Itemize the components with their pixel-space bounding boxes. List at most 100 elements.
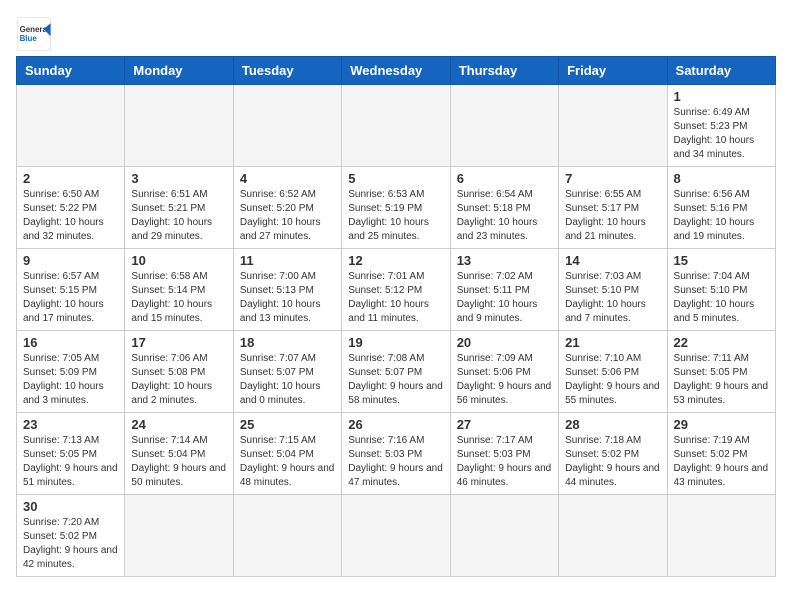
calendar-cell: 28 Sunrise: 7:18 AM Sunset: 5:02 PM Dayli… — [559, 413, 667, 495]
day-info: Sunrise: 7:01 AM Sunset: 5:12 PM Dayligh… — [348, 270, 443, 326]
day-number: 5 — [348, 171, 443, 186]
calendar-cell: 1 Sunrise: 6:49 AM Sunset: 5:23 PM Daylig… — [667, 85, 775, 167]
calendar-cell: 8 Sunrise: 6:56 AM Sunset: 5:16 PM Daylig… — [667, 167, 775, 249]
day-info: Sunrise: 7:18 AM Sunset: 5:02 PM Dayligh… — [565, 434, 660, 490]
week-row-6: 30 Sunrise: 7:20 AM Sunset: 5:02 PM Dayli… — [17, 495, 776, 577]
day-number: 16 — [23, 335, 118, 350]
day-info: Sunrise: 7:08 AM Sunset: 5:07 PM Dayligh… — [348, 352, 443, 408]
day-number: 17 — [131, 335, 226, 350]
day-number: 10 — [131, 253, 226, 268]
day-info: Sunrise: 6:52 AM Sunset: 5:20 PM Dayligh… — [240, 188, 335, 244]
weekday-header-tuesday: Tuesday — [233, 57, 341, 85]
calendar-cell — [125, 495, 233, 577]
day-info: Sunrise: 7:10 AM Sunset: 5:06 PM Dayligh… — [565, 352, 660, 408]
calendar-cell: 19 Sunrise: 7:08 AM Sunset: 5:07 PM Dayli… — [342, 331, 450, 413]
calendar-cell: 2Sunrise: 6:50 AM Sunset: 5:22 PM Daylig… — [17, 167, 125, 249]
week-row-4: 16 Sunrise: 7:05 AM Sunset: 5:09 PM Dayli… — [17, 331, 776, 413]
week-row-3: 9 Sunrise: 6:57 AM Sunset: 5:15 PM Daylig… — [17, 249, 776, 331]
day-number: 2 — [23, 171, 118, 186]
calendar-cell: 17 Sunrise: 7:06 AM Sunset: 5:08 PM Dayli… — [125, 331, 233, 413]
day-number: 9 — [23, 253, 118, 268]
calendar-cell: 4Sunrise: 6:52 AM Sunset: 5:20 PM Daylig… — [233, 167, 341, 249]
calendar-cell: 24Sunrise: 7:14 AM Sunset: 5:04 PM Dayli… — [125, 413, 233, 495]
calendar-cell: 10 Sunrise: 6:58 AM Sunset: 5:14 PM Dayli… — [125, 249, 233, 331]
day-number: 22 — [674, 335, 769, 350]
day-number: 11 — [240, 253, 335, 268]
calendar-cell: 26 Sunrise: 7:16 AM Sunset: 5:03 PM Dayli… — [342, 413, 450, 495]
day-info: Sunrise: 7:11 AM Sunset: 5:05 PM Dayligh… — [674, 352, 769, 408]
calendar-cell: 11Sunrise: 7:00 AM Sunset: 5:13 PM Dayli… — [233, 249, 341, 331]
day-info: Sunrise: 7:04 AM Sunset: 5:10 PM Dayligh… — [674, 270, 769, 326]
calendar-cell: 20Sunrise: 7:09 AM Sunset: 5:06 PM Dayli… — [450, 331, 558, 413]
day-info: Sunrise: 7:19 AM Sunset: 5:02 PM Dayligh… — [674, 434, 769, 490]
calendar-cell — [17, 85, 125, 167]
week-row-5: 23 Sunrise: 7:13 AM Sunset: 5:05 PM Dayli… — [17, 413, 776, 495]
day-number: 15 — [674, 253, 769, 268]
weekday-header-saturday: Saturday — [667, 57, 775, 85]
day-number: 13 — [457, 253, 552, 268]
day-number: 30 — [23, 499, 118, 514]
day-number: 29 — [674, 417, 769, 432]
day-info: Sunrise: 7:07 AM Sunset: 5:07 PM Dayligh… — [240, 352, 335, 408]
day-info: Sunrise: 7:09 AM Sunset: 5:06 PM Dayligh… — [457, 352, 552, 408]
week-row-2: 2Sunrise: 6:50 AM Sunset: 5:22 PM Daylig… — [17, 167, 776, 249]
day-info: Sunrise: 7:02 AM Sunset: 5:11 PM Dayligh… — [457, 270, 552, 326]
day-info: Sunrise: 7:17 AM Sunset: 5:03 PM Dayligh… — [457, 434, 552, 490]
day-info: Sunrise: 7:16 AM Sunset: 5:03 PM Dayligh… — [348, 434, 443, 490]
day-number: 3 — [131, 171, 226, 186]
calendar-cell — [450, 495, 558, 577]
calendar: SundayMondayTuesdayWednesdayThursdayFrid… — [16, 56, 776, 577]
day-number: 25 — [240, 417, 335, 432]
calendar-cell: 12Sunrise: 7:01 AM Sunset: 5:12 PM Dayli… — [342, 249, 450, 331]
day-number: 28 — [565, 417, 660, 432]
day-number: 7 — [565, 171, 660, 186]
day-number: 24 — [131, 417, 226, 432]
weekday-header-wednesday: Wednesday — [342, 57, 450, 85]
day-number: 8 — [674, 171, 769, 186]
calendar-cell: 6 Sunrise: 6:54 AM Sunset: 5:18 PM Daylig… — [450, 167, 558, 249]
day-number: 27 — [457, 417, 552, 432]
calendar-cell — [233, 495, 341, 577]
week-row-1: 1 Sunrise: 6:49 AM Sunset: 5:23 PM Daylig… — [17, 85, 776, 167]
calendar-cell: 29 Sunrise: 7:19 AM Sunset: 5:02 PM Dayli… — [667, 413, 775, 495]
day-info: Sunrise: 6:57 AM Sunset: 5:15 PM Dayligh… — [23, 270, 118, 326]
day-number: 23 — [23, 417, 118, 432]
calendar-cell: 22 Sunrise: 7:11 AM Sunset: 5:05 PM Dayli… — [667, 331, 775, 413]
day-info: Sunrise: 7:05 AM Sunset: 5:09 PM Dayligh… — [23, 352, 118, 408]
weekday-header-sunday: Sunday — [17, 57, 125, 85]
day-info: Sunrise: 6:54 AM Sunset: 5:18 PM Dayligh… — [457, 188, 552, 244]
day-info: Sunrise: 7:15 AM Sunset: 5:04 PM Dayligh… — [240, 434, 335, 490]
logo: General Blue — [16, 16, 52, 52]
day-number: 18 — [240, 335, 335, 350]
calendar-cell — [450, 85, 558, 167]
day-info: Sunrise: 6:53 AM Sunset: 5:19 PM Dayligh… — [348, 188, 443, 244]
calendar-cell: 5 Sunrise: 6:53 AM Sunset: 5:19 PM Daylig… — [342, 167, 450, 249]
weekday-header-monday: Monday — [125, 57, 233, 85]
calendar-cell: 16 Sunrise: 7:05 AM Sunset: 5:09 PM Dayli… — [17, 331, 125, 413]
day-info: Sunrise: 6:55 AM Sunset: 5:17 PM Dayligh… — [565, 188, 660, 244]
day-number: 1 — [674, 89, 769, 104]
day-info: Sunrise: 6:56 AM Sunset: 5:16 PM Dayligh… — [674, 188, 769, 244]
day-info: Sunrise: 7:13 AM Sunset: 5:05 PM Dayligh… — [23, 434, 118, 490]
calendar-cell — [559, 85, 667, 167]
day-number: 19 — [348, 335, 443, 350]
day-number: 26 — [348, 417, 443, 432]
day-info: Sunrise: 7:03 AM Sunset: 5:10 PM Dayligh… — [565, 270, 660, 326]
calendar-cell: 13 Sunrise: 7:02 AM Sunset: 5:11 PM Dayli… — [450, 249, 558, 331]
day-info: Sunrise: 6:49 AM Sunset: 5:23 PM Dayligh… — [674, 106, 769, 162]
calendar-cell: 3 Sunrise: 6:51 AM Sunset: 5:21 PM Daylig… — [125, 167, 233, 249]
day-info: Sunrise: 7:06 AM Sunset: 5:08 PM Dayligh… — [131, 352, 226, 408]
calendar-cell: 14Sunrise: 7:03 AM Sunset: 5:10 PM Dayli… — [559, 249, 667, 331]
calendar-cell — [559, 495, 667, 577]
day-number: 6 — [457, 171, 552, 186]
day-info: Sunrise: 6:51 AM Sunset: 5:21 PM Dayligh… — [131, 188, 226, 244]
day-info: Sunrise: 7:20 AM Sunset: 5:02 PM Dayligh… — [23, 516, 118, 572]
calendar-cell: 7 Sunrise: 6:55 AM Sunset: 5:17 PM Daylig… — [559, 167, 667, 249]
calendar-cell — [125, 85, 233, 167]
day-info: Sunrise: 6:58 AM Sunset: 5:14 PM Dayligh… — [131, 270, 226, 326]
calendar-cell — [342, 495, 450, 577]
calendar-cell: 27 Sunrise: 7:17 AM Sunset: 5:03 PM Dayli… — [450, 413, 558, 495]
calendar-cell — [342, 85, 450, 167]
weekday-header-friday: Friday — [559, 57, 667, 85]
calendar-cell: 25 Sunrise: 7:15 AM Sunset: 5:04 PM Dayli… — [233, 413, 341, 495]
